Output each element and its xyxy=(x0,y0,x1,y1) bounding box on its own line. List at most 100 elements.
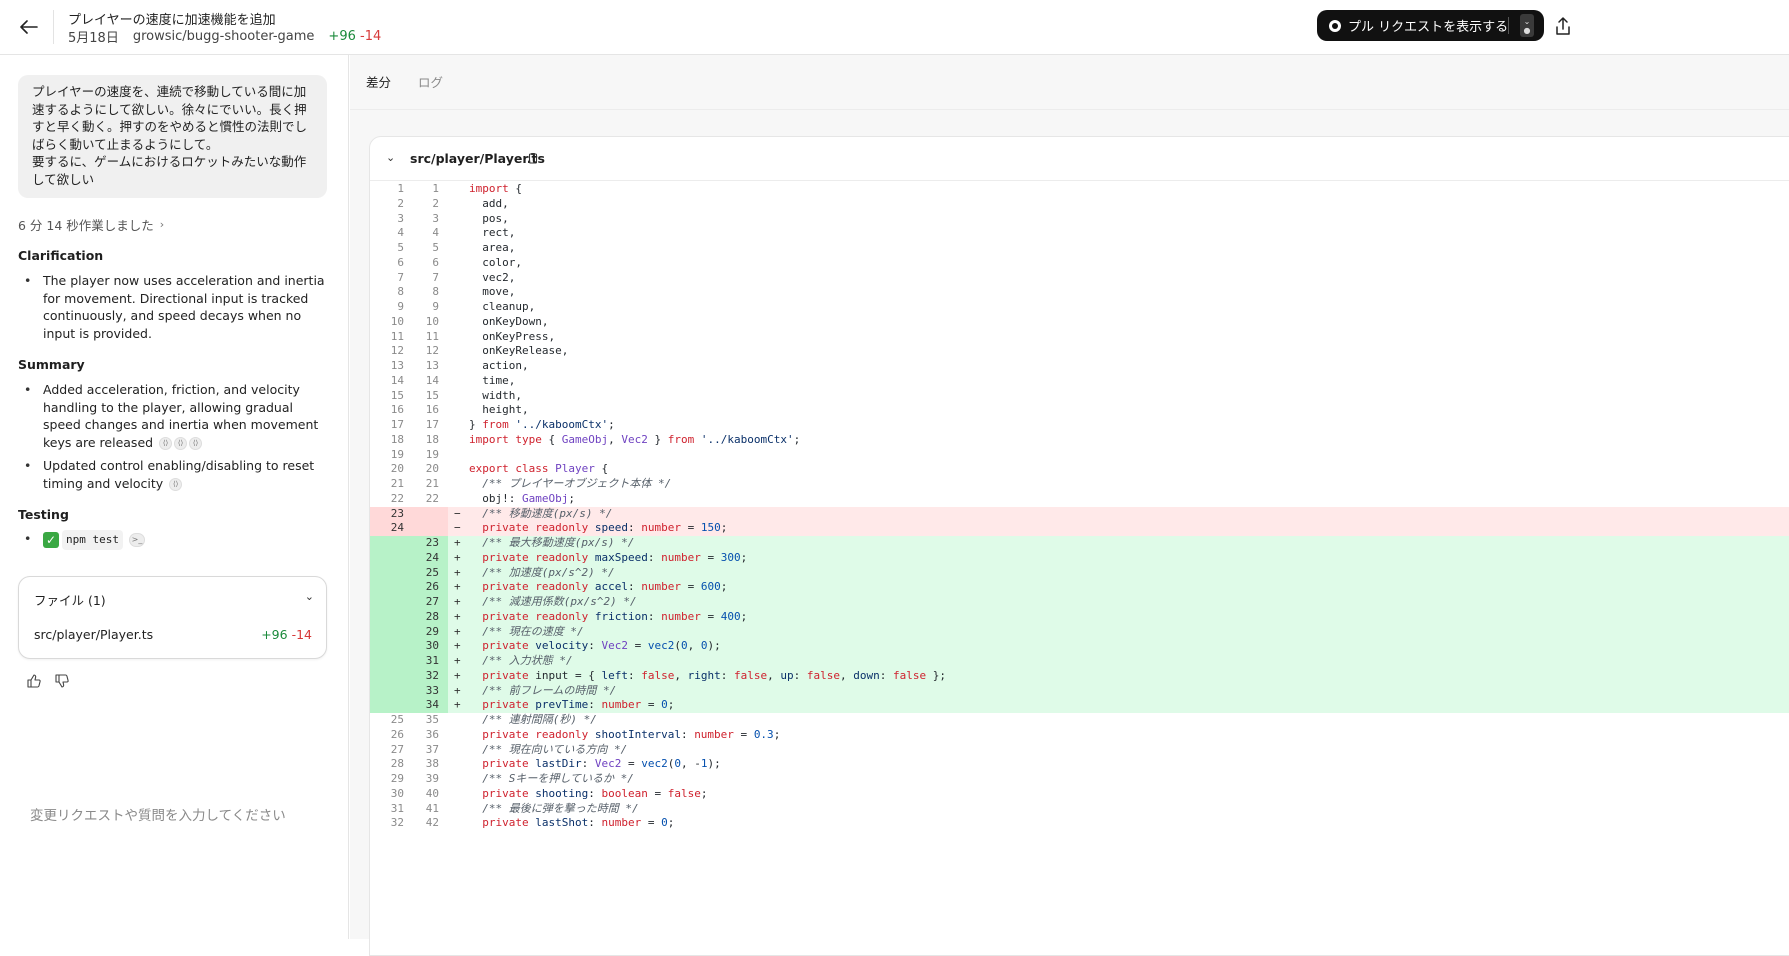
line-gutter: 20 20 xyxy=(370,462,448,477)
line-gutter: 28 38 xyxy=(370,757,448,772)
old-line-number: 9 xyxy=(397,300,404,313)
new-line-number: 41 xyxy=(425,801,439,815)
list-item: ✓npm test >_ xyxy=(18,530,328,550)
new-line-number: 37 xyxy=(425,742,439,756)
diff-line-added: 32 + private input = { left: false, right… xyxy=(370,668,1789,684)
code-text: pos, xyxy=(469,211,509,225)
line-gutter: 27 xyxy=(370,595,448,610)
code-text: move, xyxy=(469,285,516,299)
old-line-number: 17 xyxy=(390,418,404,431)
old-line-number: 15 xyxy=(390,388,404,402)
citation-icon[interactable]: ⟨⟩ xyxy=(159,436,173,450)
copy-icon[interactable] xyxy=(528,152,538,164)
back-button[interactable] xyxy=(16,14,42,40)
line-gutter: 30 40 xyxy=(370,787,448,802)
terminal-icon[interactable]: >_ xyxy=(128,532,145,547)
diff-marker: + xyxy=(454,683,461,697)
new-line-number: 17 xyxy=(425,418,439,431)
line-gutter: 66 xyxy=(370,256,448,271)
old-line-number: 1 xyxy=(397,182,404,195)
test-command: npm test xyxy=(62,530,123,550)
top-bar: プレイヤーの速度に加速機能を追加 5月18日 growsic/bugg-shoo… xyxy=(0,0,1789,55)
diff-line: 17 17} from '../kaboomCtx'; xyxy=(370,418,1789,433)
old-line-number: 16 xyxy=(390,403,404,417)
diff-line: 10 10 onKeyDown, xyxy=(370,315,1789,330)
line-gutter: 24 xyxy=(370,550,448,566)
chevron-down-icon[interactable]: ⌄ xyxy=(305,590,314,603)
code-text: rect, xyxy=(469,226,516,240)
diff-marker: + xyxy=(454,668,461,682)
citation-icon[interactable]: ⟨⟩ xyxy=(174,436,188,450)
diff-line: 28 38 private lastDir: Vec2 = vec2(0, -1)… xyxy=(370,757,1789,772)
testing-list: ✓npm test >_ xyxy=(18,530,328,556)
chevron-right-icon: › xyxy=(159,218,165,231)
line-gutter: 11 xyxy=(370,182,448,197)
tab-diff[interactable]: 差分 xyxy=(366,72,391,91)
new-line-number: 27 xyxy=(425,595,439,608)
diff-marker: + xyxy=(454,654,461,667)
citation-icon[interactable]: ⟨⟩ xyxy=(189,436,203,450)
share-icon[interactable] xyxy=(1556,16,1570,36)
old-line-number: 10 xyxy=(390,314,404,328)
clarification-text: The player now uses acceleration and ine… xyxy=(43,273,325,341)
code-text: private shooting: boolean = false; xyxy=(482,786,708,800)
new-line-number: 22 xyxy=(425,491,439,505)
line-gutter: 19 19 xyxy=(370,448,448,463)
old-line-number: 32 xyxy=(390,816,404,830)
new-line-number: 39 xyxy=(425,772,439,785)
code-text: vec2, xyxy=(469,270,516,284)
task-title: プレイヤーの速度に加速機能を追加 xyxy=(68,13,276,28)
old-line-number: 19 xyxy=(390,447,404,461)
old-line-number: 26 xyxy=(390,727,404,741)
diff-line: 26 36 private readonly shootInterval: num… xyxy=(370,728,1789,743)
diff-marker: + xyxy=(454,639,461,653)
code-text: area, xyxy=(469,241,516,254)
new-line-number: 32 xyxy=(425,668,439,682)
code-text: /** 加速度(px/s^2) */ xyxy=(482,565,615,579)
tab-log[interactable]: ログ xyxy=(418,72,443,91)
new-line-number: 29 xyxy=(425,624,439,638)
line-gutter: 11 11 xyxy=(370,330,448,345)
old-line-number: 22 xyxy=(390,491,404,505)
code-text: export class Player { xyxy=(469,462,609,476)
line-gutter: 16 16 xyxy=(370,403,448,418)
diff-line: 55 area, xyxy=(370,241,1789,256)
code-text: /** 移動速度(px/s) */ xyxy=(482,506,613,520)
new-line-number: 9 xyxy=(432,300,439,313)
new-line-number: 38 xyxy=(425,757,439,771)
code-text: private readonly shootInterval: number =… xyxy=(482,727,781,741)
code-text: private lastShot: number = 0; xyxy=(482,816,675,830)
thumbs-up-icon[interactable] xyxy=(27,674,41,688)
diff-line: 16 16 height, xyxy=(370,403,1789,418)
old-line-number: 28 xyxy=(390,757,404,771)
line-gutter: 29 xyxy=(370,624,448,640)
diff-line: 25 35 /** 連射間隔(秒) */ xyxy=(370,713,1789,728)
collapse-chevron-icon[interactable]: ⌄ xyxy=(386,151,395,164)
diff-line-added: 29 + /** 現在の速度 */ xyxy=(370,624,1789,640)
citation-icon[interactable]: ⟨⟩ xyxy=(169,477,183,491)
file-row[interactable]: src/player/Player.ts +96 -14 xyxy=(34,627,312,642)
code-text: height, xyxy=(469,403,529,417)
line-gutter: 33 xyxy=(370,212,448,227)
old-line-number: 24 xyxy=(390,521,404,535)
new-line-number: 13 xyxy=(425,359,439,372)
pr-options-dropdown[interactable]: ⌄ ● xyxy=(1520,14,1534,37)
work-duration-toggle[interactable]: 6 分 14 秒作業しました › xyxy=(18,215,164,234)
old-line-number: 5 xyxy=(397,241,404,254)
diff-line: 30 40 private shooting: boolean = false; xyxy=(370,787,1789,802)
chevron-down-icon: ⌄ xyxy=(1523,16,1531,26)
view-pull-request-button[interactable]: プル リクエストを表示する ⌄ ● xyxy=(1317,10,1544,41)
code-text: import type { GameObj, Vec2 } from '../k… xyxy=(469,432,801,446)
clarification-heading: Clarification xyxy=(18,248,104,263)
files-panel: ファイル (1) ⌄ src/player/Player.ts +96 -14 xyxy=(18,576,327,659)
line-gutter: 32 xyxy=(370,668,448,684)
thumbs-down-icon[interactable] xyxy=(55,674,69,688)
diff-line-added: 33 + /** 前フレームの時間 */ xyxy=(370,683,1789,699)
line-gutter: 22 22 xyxy=(370,492,448,507)
code-text: onKeyPress, xyxy=(469,329,556,343)
file-diff-stats: +96 -14 xyxy=(261,627,312,642)
old-line-number: 8 xyxy=(397,285,404,299)
diff-line: 19 19 xyxy=(370,448,1789,463)
summary-list: Added acceleration, friction, and veloci… xyxy=(18,381,328,499)
chat-input[interactable] xyxy=(18,795,330,835)
